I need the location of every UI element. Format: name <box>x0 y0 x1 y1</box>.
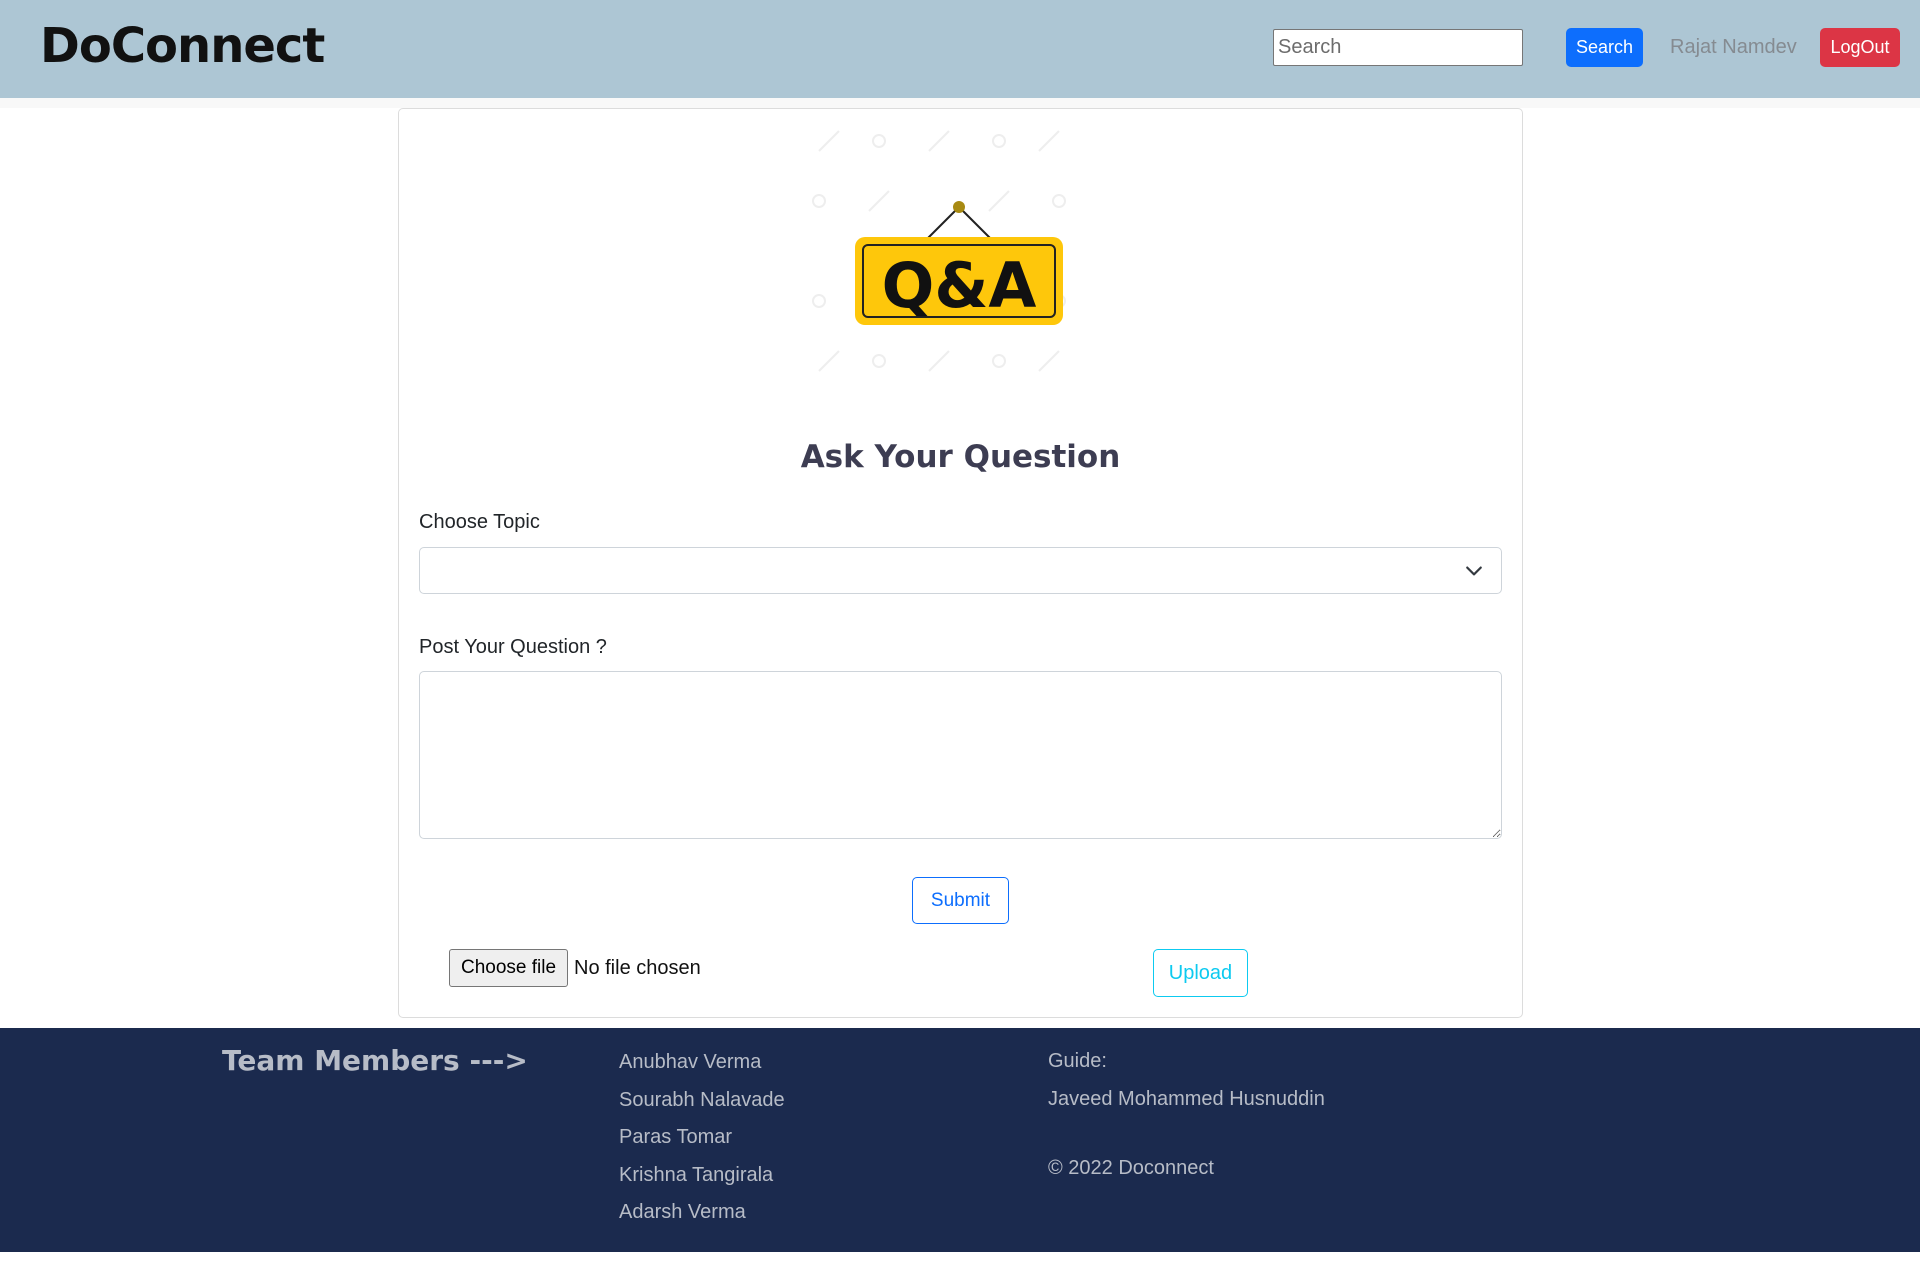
team-member: Anubhav Verma <box>619 1051 762 1073</box>
submit-button[interactable]: Submit <box>912 877 1009 924</box>
search-button[interactable]: Search <box>1566 28 1643 67</box>
question-label: Post Your Question ? <box>419 636 607 658</box>
qa-sign-image: Q&A <box>809 121 1109 411</box>
team-members-heading: Team Members ---> <box>222 1044 528 1077</box>
username-link[interactable]: Rajat Namdev <box>1670 36 1797 59</box>
ask-question-card: Q&A Ask Your Question Choose Topic Post … <box>398 108 1523 1018</box>
topic-label: Choose Topic <box>419 511 540 533</box>
qa-sign-icon: Q&A <box>812 130 1066 372</box>
guide-name: Javeed Mohammed Husnuddin <box>1048 1088 1325 1110</box>
upload-button[interactable]: Upload <box>1153 949 1248 997</box>
team-member: Sourabh Nalavade <box>619 1088 785 1111</box>
file-status-text: No file chosen <box>574 957 701 979</box>
choose-file-button[interactable]: Choose file <box>449 949 568 987</box>
team-member: Krishna Tangirala <box>619 1163 774 1186</box>
team-members-list: Anubhav Verma Sourabh Nalavade Paras Tom… <box>619 1050 785 1238</box>
topic-select[interactable] <box>419 547 1502 594</box>
team-member: Paras Tomar <box>619 1126 733 1148</box>
chevron-down-icon <box>1466 566 1482 576</box>
page-title: Ask Your Question <box>800 439 1121 475</box>
brand-logo[interactable]: DoConnect <box>40 18 325 74</box>
navbar: DoConnect Search Rajat Namdev LogOut <box>0 0 1920 98</box>
question-textarea[interactable] <box>419 671 1502 839</box>
qa-sign-text: Q&A <box>882 249 1037 322</box>
logout-button[interactable]: LogOut <box>1820 28 1900 67</box>
team-member: Adarsh Verma <box>619 1201 746 1223</box>
search-input[interactable] <box>1273 29 1523 66</box>
guide-label: Guide: <box>1048 1050 1107 1072</box>
navbar-spacer <box>0 98 1920 108</box>
footer: Team Members ---> Anubhav Verma Sourabh … <box>0 1028 1920 1252</box>
copyright: © 2022 Doconnect <box>1048 1157 1214 1179</box>
